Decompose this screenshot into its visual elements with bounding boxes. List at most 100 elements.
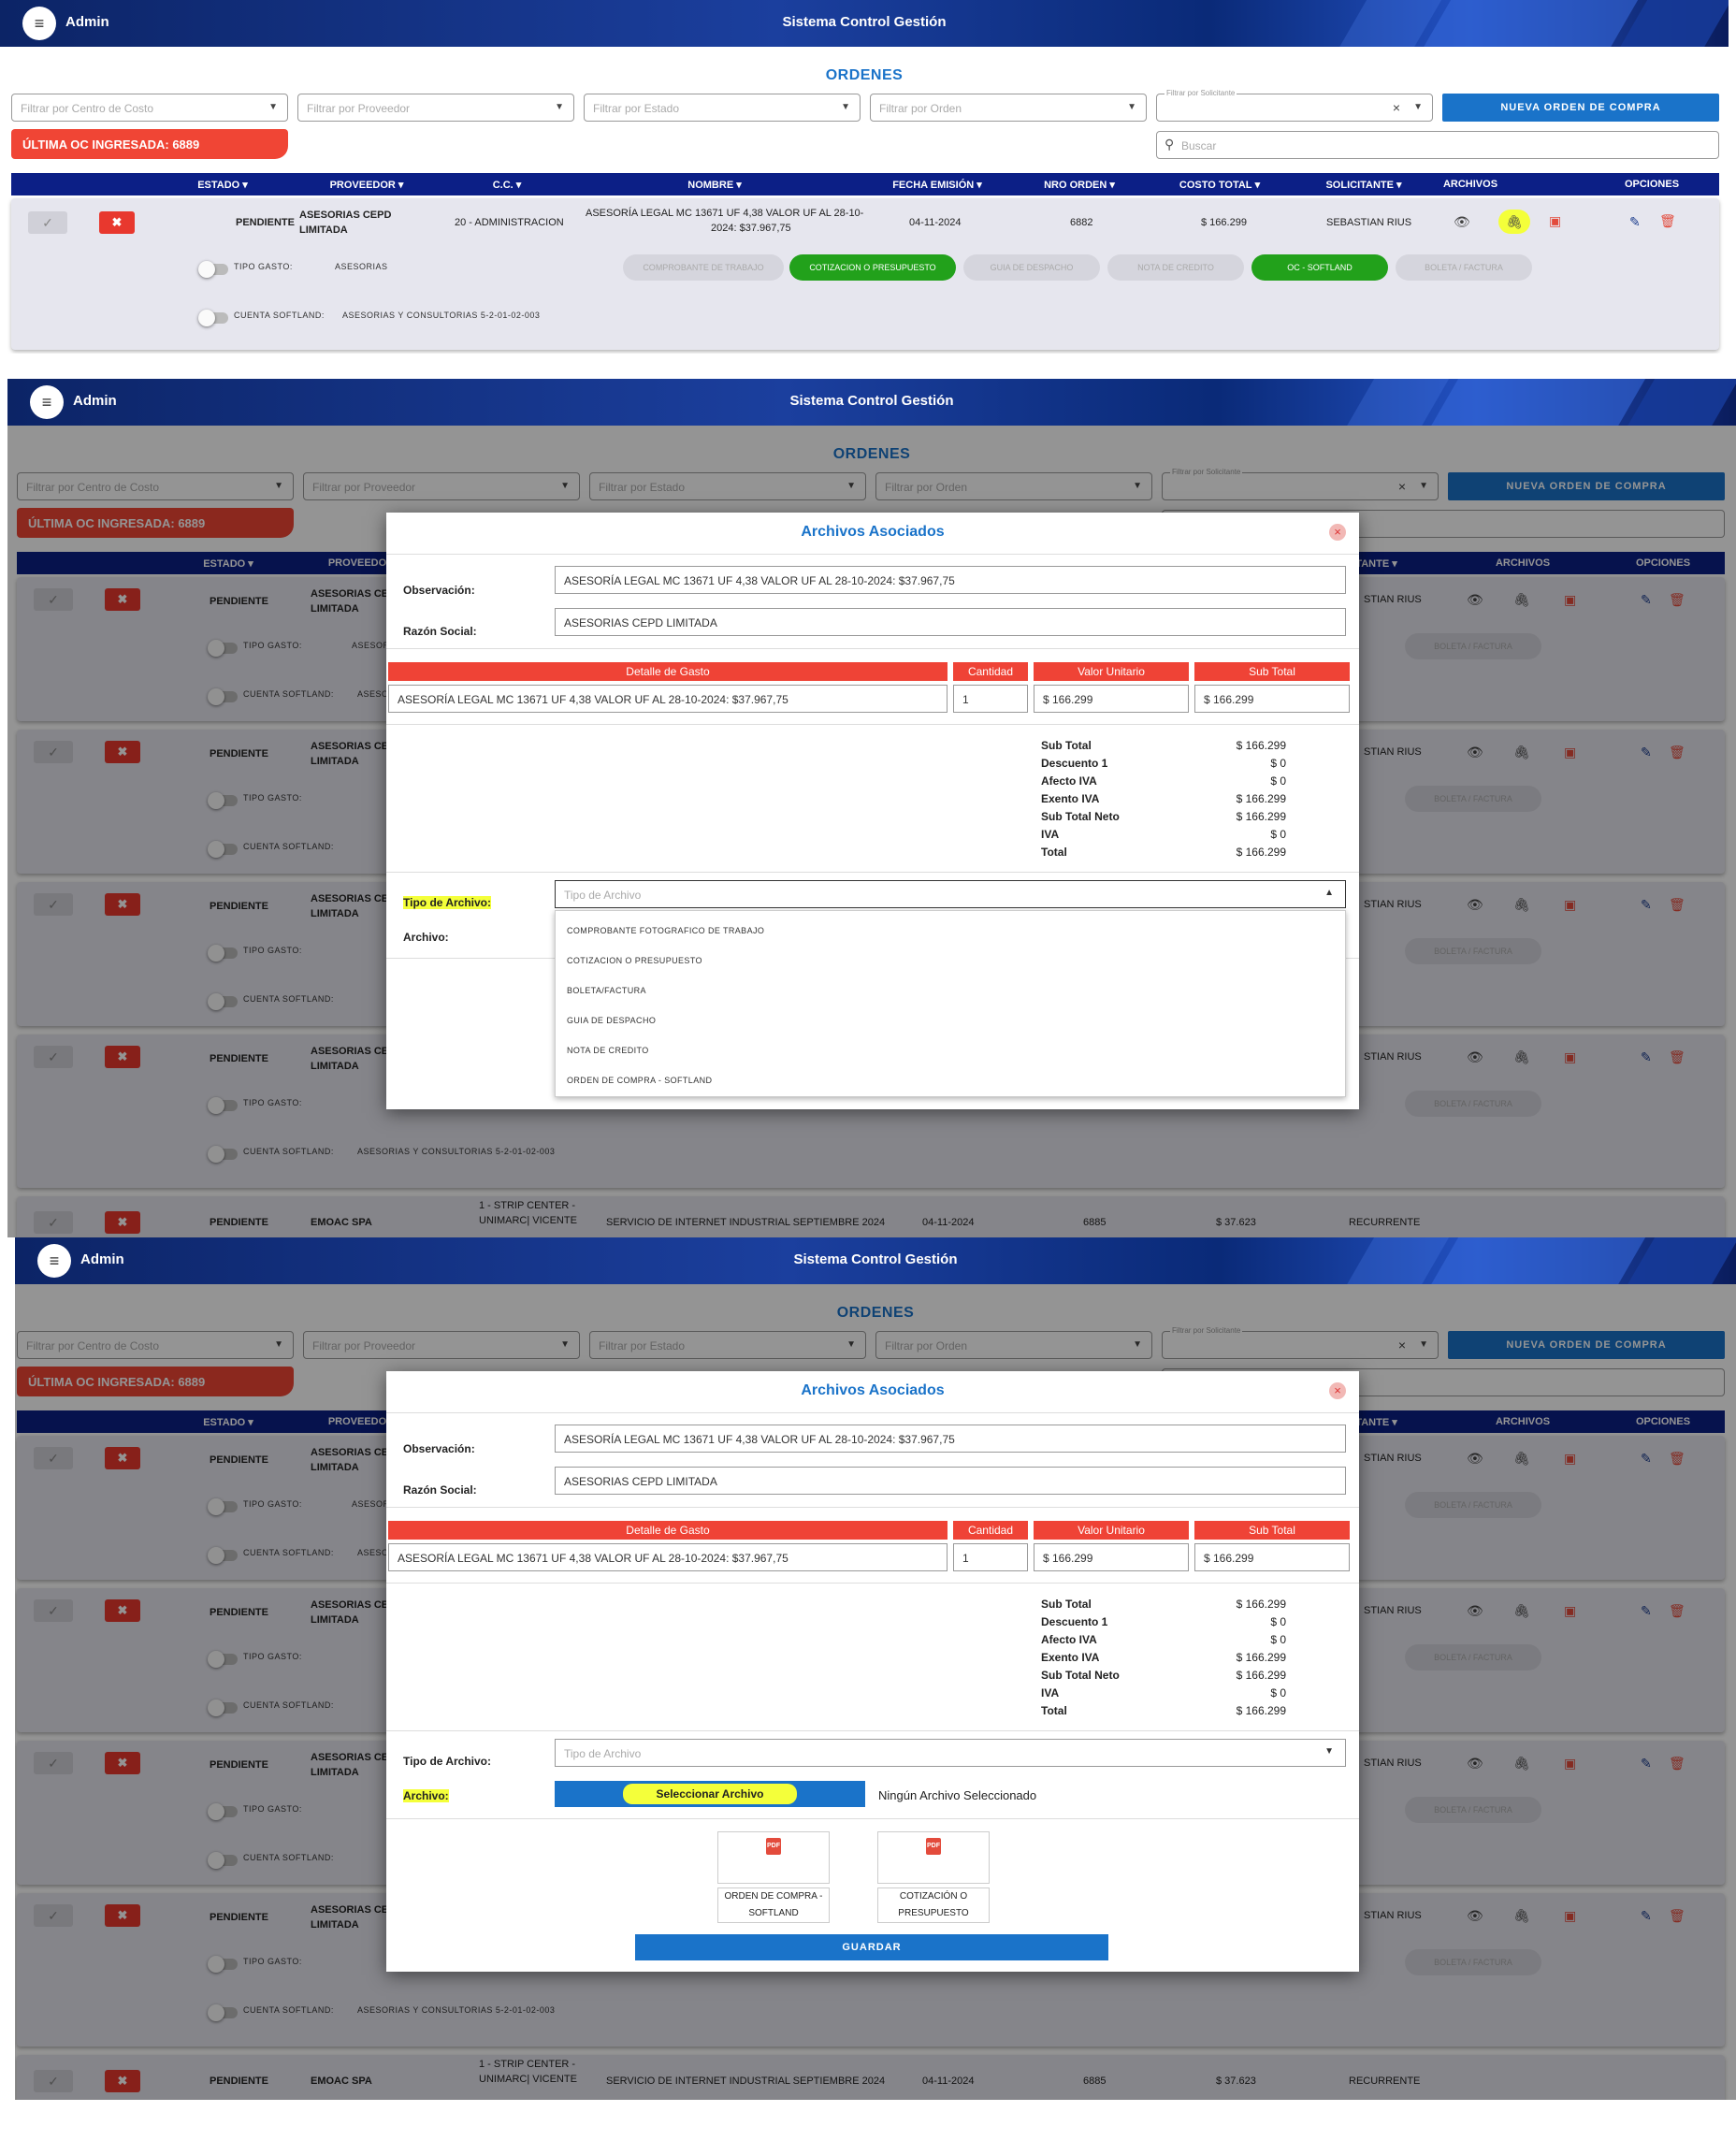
table-header: ESTADO ▾ PROVEEDOR ▾ C.C. ▾ NOMBRE ▾ FEC… xyxy=(11,173,1719,195)
top-header: ≡ Admin Sistema Control Gestión xyxy=(7,379,1736,426)
pill-boleta[interactable]: BOLETA / FACTURA xyxy=(1396,254,1532,281)
no-file-text: Ningún Archivo Seleccionado xyxy=(878,1788,1037,1802)
chevron-down-icon: ▼ xyxy=(268,102,278,112)
razon-label: Razón Social: xyxy=(403,625,477,638)
order-cc: 20 - ADMINISTRACION xyxy=(455,217,564,228)
order-card: ✓ ✖ PENDIENTE ASESORIAS CEPD LIMITADA 20… xyxy=(11,198,1719,350)
tipo-select[interactable]: Tipo de Archivo ▼ xyxy=(555,1739,1346,1767)
screenshot-modal-dropdown: ≡ Admin Sistema Control Gestión ORDENES … xyxy=(7,379,1736,1237)
page-title: ORDENES xyxy=(825,67,904,83)
head-detalle: Detalle de Gasto xyxy=(388,662,948,681)
pdf-icon: PDF xyxy=(766,1838,781,1855)
order-costo: $ 166.299 xyxy=(1201,217,1247,228)
select-file-button[interactable]: Seleccionar Archivo xyxy=(555,1781,865,1807)
file-label-cotizacion: COTIZACIÓN O PRESUPUESTO xyxy=(877,1887,990,1923)
app-title: Sistema Control Gestión xyxy=(789,393,954,409)
col-solicitante[interactable]: SOLICITANTE ▾ xyxy=(1325,179,1401,191)
option-comprobante[interactable]: COMPROBANTE FOTOGRAFICO DE TRABAJO xyxy=(567,926,764,935)
filter-centro-costo[interactable]: Filtrar por Centro de Costo ▼ xyxy=(11,94,288,122)
order-proveedor-2: LIMITADA xyxy=(299,224,348,236)
order-nro: 6882 xyxy=(1070,217,1093,228)
tipo-gasto-toggle[interactable] xyxy=(198,261,228,278)
app-title: Sistema Control Gestión xyxy=(793,1251,958,1267)
col-costo[interactable]: COSTO TOTAL ▾ xyxy=(1179,179,1260,191)
obs-field[interactable]: ASESORÍA LEGAL MC 13671 UF 4,38 VALOR UF… xyxy=(555,566,1346,594)
chevron-down-icon: ▼ xyxy=(841,102,850,112)
filter-orden[interactable]: Filtrar por Orden ▼ xyxy=(870,94,1147,122)
modal-title: Archivos Asociados xyxy=(801,1382,945,1398)
chevron-down-icon: ▼ xyxy=(1413,102,1423,112)
option-guia[interactable]: GUIA DE DESPACHO xyxy=(567,1016,656,1025)
close-icon[interactable]: × xyxy=(1329,1382,1346,1399)
order-proveedor: ASESORIAS CEPD xyxy=(299,210,392,221)
top-header: ≡ Admin Sistema Control Gestión xyxy=(0,0,1729,47)
option-oc-softland[interactable]: ORDEN DE COMPRA - SOFTLAND xyxy=(567,1076,712,1085)
pill-oc-softland[interactable]: OC - SOFTLAND xyxy=(1251,254,1388,281)
eye-icon[interactable]: 👁 xyxy=(1454,214,1470,230)
pill-guia[interactable]: GUIA DE DESPACHO xyxy=(963,254,1100,281)
col-nombre[interactable]: NOMBRE ▾ xyxy=(687,179,741,191)
archivos-modal: Archivos Asociados × Observación: ASESOR… xyxy=(386,513,1359,1109)
reject-icon[interactable]: ✖ xyxy=(99,211,135,234)
chevron-up-icon: ▲ xyxy=(1324,888,1334,898)
screenshot-modal-file: ≡ Admin Sistema Control Gestión ORDENES … xyxy=(15,1237,1736,2100)
col-nro[interactable]: NRO ORDEN ▾ xyxy=(1044,179,1115,191)
new-order-button[interactable]: NUEVA ORDEN DE COMPRA xyxy=(1442,94,1719,122)
cantidad-field[interactable]: 1 xyxy=(953,685,1028,713)
archivo-label: Archivo: xyxy=(403,1789,449,1802)
col-proveedor[interactable]: PROVEEDOR ▾ xyxy=(330,179,404,191)
razon-field[interactable]: ASESORIAS CEPD LIMITADA xyxy=(555,1467,1346,1495)
approve-icon[interactable]: ✓ xyxy=(28,211,67,234)
razon-field[interactable]: ASESORIAS CEPD LIMITADA xyxy=(555,608,1346,636)
order-nombre: ASESORÍA LEGAL MC 13671 UF 4,38 VALOR UF… xyxy=(586,208,864,219)
valor-field[interactable]: $ 166.299 xyxy=(1034,685,1189,713)
search-input[interactable]: ⚲ Buscar xyxy=(1156,131,1719,159)
subtotal-field[interactable]: $ 166.299 xyxy=(1194,1543,1350,1571)
close-icon[interactable]: × xyxy=(1329,524,1346,541)
save-button[interactable]: GUARDAR xyxy=(635,1934,1108,1960)
cuenta-toggle[interactable] xyxy=(198,310,228,326)
tipo-gasto-label: TIPO GASTO: xyxy=(234,262,293,271)
subtotal-field[interactable]: $ 166.299 xyxy=(1194,685,1350,713)
tipo-select[interactable]: Tipo de Archivo ▲ xyxy=(555,880,1346,908)
clear-icon[interactable]: × xyxy=(1393,100,1400,115)
col-cc[interactable]: C.C. ▾ xyxy=(493,179,522,191)
head-subtotal: Sub Total xyxy=(1194,662,1350,681)
filter-estado[interactable]: Filtrar por Estado ▼ xyxy=(584,94,861,122)
pdf-icon[interactable]: ▣ xyxy=(1549,213,1561,229)
detalle-field[interactable]: ASESORÍA LEGAL MC 13671 UF 4,38 VALOR UF… xyxy=(388,685,948,713)
order-solicitante: SEBASTIAN RIUS xyxy=(1326,217,1412,228)
filter-solicitante[interactable]: Filtrar por Solicitante × ▼ xyxy=(1156,89,1433,122)
option-nota[interactable]: NOTA DE CREDITO xyxy=(567,1046,649,1055)
file-label-oc: ORDEN DE COMPRA - SOFTLAND xyxy=(717,1887,830,1923)
pill-cotizacion[interactable]: COTIZACION O PRESUPUESTO xyxy=(789,254,956,281)
attach-icon[interactable]: 🖇 xyxy=(1498,210,1530,234)
filter-proveedor[interactable]: Filtrar por Proveedor ▼ xyxy=(297,94,574,122)
col-fecha[interactable]: FECHA EMISIÓN ▾ xyxy=(892,179,982,191)
chevron-down-icon: ▼ xyxy=(1324,1746,1334,1757)
file-thumb-cotizacion[interactable]: PDF xyxy=(877,1831,990,1884)
col-estado[interactable]: ESTADO ▾ xyxy=(197,179,248,191)
file-thumb-oc[interactable]: PDF xyxy=(717,1831,830,1884)
archivos-modal: Archivos Asociados × Observación: ASESOR… xyxy=(386,1371,1359,1972)
edit-icon[interactable]: ✎ xyxy=(1629,214,1641,230)
head-cantidad: Cantidad xyxy=(953,662,1028,681)
top-header: ≡ Admin Sistema Control Gestión xyxy=(15,1237,1736,1284)
option-boleta[interactable]: BOLETA/FACTURA xyxy=(567,986,646,995)
tipo-gasto-value: ASESORIAS xyxy=(335,262,388,271)
tipo-dropdown: COMPROBANTE FOTOGRAFICO DE TRABAJO COTIZ… xyxy=(555,910,1346,1097)
order-estado: PENDIENTE xyxy=(236,217,295,228)
valor-field[interactable]: $ 166.299 xyxy=(1034,1543,1189,1571)
tipo-label: Tipo de Archivo: xyxy=(403,896,492,909)
cantidad-field[interactable]: 1 xyxy=(953,1543,1028,1571)
trash-icon[interactable]: 🗑 xyxy=(1659,213,1676,229)
last-oc-badge: ÚLTIMA OC INGRESADA: 6889 xyxy=(11,129,288,159)
pill-nota[interactable]: NOTA DE CREDITO xyxy=(1107,254,1244,281)
pill-comprobante[interactable]: COMPROBANTE DE TRABAJO xyxy=(623,254,784,281)
col-opciones: OPCIONES xyxy=(1624,179,1680,190)
pdf-icon: PDF xyxy=(926,1838,941,1855)
obs-field[interactable]: ASESORÍA LEGAL MC 13671 UF 4,38 VALOR UF… xyxy=(555,1425,1346,1453)
cuenta-value: ASESORIAS Y CONSULTORIAS 5-2-01-02-003 xyxy=(342,311,541,320)
detalle-field[interactable]: ASESORÍA LEGAL MC 13671 UF 4,38 VALOR UF… xyxy=(388,1543,948,1571)
option-cotizacion[interactable]: COTIZACION O PRESUPUESTO xyxy=(567,956,702,965)
